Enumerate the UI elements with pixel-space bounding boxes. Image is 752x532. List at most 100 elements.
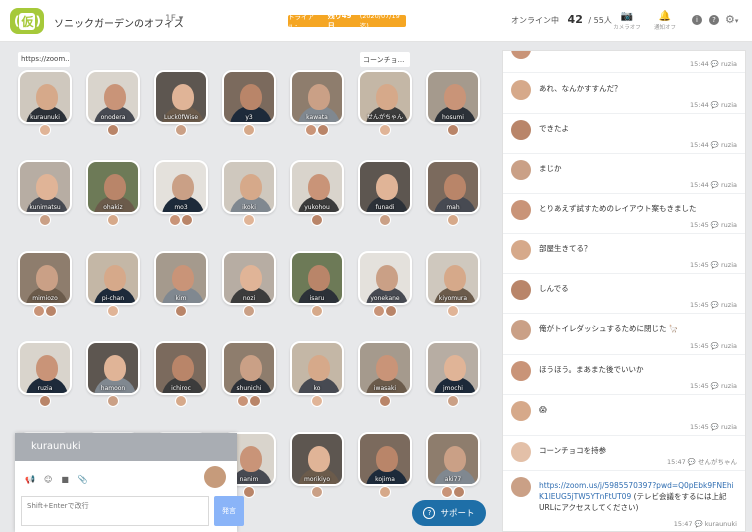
avatar <box>311 214 323 226</box>
member-face <box>240 355 262 381</box>
member-cell[interactable]: shunichi <box>222 341 276 411</box>
member-video-tile[interactable]: jmochi <box>426 341 480 395</box>
avatar[interactable] <box>511 442 531 462</box>
member-video-tile[interactable]: ko <box>290 341 344 395</box>
avatar <box>243 214 255 226</box>
member-cell[interactable]: hosumi <box>426 70 480 140</box>
member-video-tile[interactable]: ichiroc <box>154 341 208 395</box>
member-video-tile[interactable]: hosumi <box>426 70 480 124</box>
member-video-tile[interactable]: Luck0fWise <box>154 70 208 124</box>
member-cell[interactable]: kunimatsu <box>18 160 72 230</box>
member-name: kiyomura <box>438 295 468 302</box>
member-cell[interactable]: kawata <box>290 70 344 140</box>
member-cell[interactable]: y3 <box>222 70 276 140</box>
avatar[interactable] <box>511 160 531 180</box>
gear-icon[interactable]: ⚙▾ <box>725 13 738 26</box>
megaphone-icon[interactable]: 📢 <box>25 475 35 484</box>
member-name: mo3 <box>174 204 188 211</box>
member-cell[interactable]: ohakiz <box>86 160 140 230</box>
status-tooltip-link[interactable]: https://zoom.... <box>18 52 70 67</box>
member-video-tile[interactable]: kojima <box>358 432 412 486</box>
member-cell[interactable]: pi-chan <box>86 251 140 321</box>
emoji-icon[interactable]: ☺ <box>44 475 52 484</box>
direct-chat-title[interactable]: kuraunuki <box>15 433 237 461</box>
avatar[interactable] <box>511 477 531 497</box>
chat-panel[interactable]: 15:44 💬 ruzia あれ、なんかすすんだ？ 15:44 💬 ruzia できた… <box>502 50 746 532</box>
member-video-tile[interactable]: mo3 <box>154 160 208 214</box>
member-cell[interactable]: mah <box>426 160 480 230</box>
send-button[interactable]: 発言 <box>214 496 244 526</box>
member-cell[interactable]: kim <box>154 251 208 321</box>
avatar[interactable] <box>511 240 531 260</box>
status-tooltip-text[interactable]: コーンチョ... <box>360 52 410 67</box>
member-video-tile[interactable]: yonekane <box>358 251 412 305</box>
member-cell[interactable]: nozi <box>222 251 276 321</box>
trial-badge[interactable]: トライアル： 残り49日 (2020/07/19迄) <box>288 12 406 31</box>
member-cell[interactable]: iwasaki <box>358 341 412 411</box>
member-cell[interactable]: ko <box>290 341 344 411</box>
member-video-tile[interactable]: せんがちゃん <box>358 70 412 124</box>
member-cell[interactable]: mo3 <box>154 160 208 230</box>
avatar[interactable] <box>511 320 531 340</box>
member-video-tile[interactable]: ohakiz <box>86 160 140 214</box>
member-cell[interactable]: funadi <box>358 160 412 230</box>
member-video-tile[interactable]: mimiozo <box>18 251 72 305</box>
avatar[interactable] <box>511 401 531 421</box>
member-cell[interactable]: kuraunuki <box>18 70 72 140</box>
camera-toggle[interactable]: 📷 カメラオフ <box>613 11 641 31</box>
member-video-tile[interactable]: ruzia <box>18 341 72 395</box>
member-video-tile[interactable]: isaru <box>290 251 344 305</box>
support-button[interactable]: ? サポート <box>412 500 486 526</box>
member-cell[interactable]: kojima <box>358 432 412 502</box>
member-video-tile[interactable]: onodera <box>86 70 140 124</box>
info-icon[interactable]: i <box>692 15 702 25</box>
trial-label: トライアル： <box>288 13 314 31</box>
member-cell[interactable]: せんがちゃん <box>358 70 412 140</box>
member-cell[interactable]: ikoki <box>222 160 276 230</box>
message-input[interactable] <box>21 496 209 526</box>
member-video-tile[interactable]: kunimatsu <box>18 160 72 214</box>
member-video-tile[interactable]: morikiyo <box>290 432 344 486</box>
member-cell[interactable]: aki77 <box>426 432 480 502</box>
avatar[interactable] <box>511 80 531 100</box>
member-video-tile[interactable]: aki77 <box>426 432 480 486</box>
member-cell[interactable]: ichiroc <box>154 341 208 411</box>
member-video-tile[interactable]: nozi <box>222 251 276 305</box>
member-video-tile[interactable]: kuraunuki <box>18 70 72 124</box>
member-video-tile[interactable]: yukohou <box>290 160 344 214</box>
member-video-tile[interactable]: shunichi <box>222 341 276 395</box>
member-cell[interactable]: ruzia <box>18 341 72 411</box>
floor-select[interactable]: 1F ▾ <box>165 14 183 24</box>
member-video-tile[interactable]: hamoon <box>86 341 140 395</box>
member-cell[interactable]: morikiyo <box>290 432 344 502</box>
message-text[interactable]: https://zoom.us/j/5985570397?pwd=Q0pEbk9… <box>539 481 737 514</box>
member-video-tile[interactable]: pi-chan <box>86 251 140 305</box>
member-cell[interactable]: onodera <box>86 70 140 140</box>
avatar[interactable] <box>511 200 531 220</box>
help-icon[interactable]: ? <box>709 15 719 25</box>
notify-toggle[interactable]: 🔔 通知オフ <box>651 11 679 31</box>
member-video-tile[interactable]: y3 <box>222 70 276 124</box>
member-cell[interactable]: kiyomura <box>426 251 480 321</box>
video-icon[interactable]: ■ <box>61 475 69 484</box>
app-logo[interactable]: (仮) <box>10 8 44 34</box>
member-cell[interactable]: jmochi <box>426 341 480 411</box>
member-video-tile[interactable]: ikoki <box>222 160 276 214</box>
member-video-tile[interactable]: iwasaki <box>358 341 412 395</box>
avatar[interactable] <box>511 120 531 140</box>
member-video-tile[interactable]: kiyomura <box>426 251 480 305</box>
member-video-tile[interactable]: kawata <box>290 70 344 124</box>
avatar[interactable] <box>511 361 531 381</box>
member-cell[interactable]: yonekane <box>358 251 412 321</box>
member-cell[interactable]: mimiozo <box>18 251 72 321</box>
member-video-tile[interactable]: funadi <box>358 160 412 214</box>
member-cell[interactable]: isaru <box>290 251 344 321</box>
member-video-tile[interactable]: mah <box>426 160 480 214</box>
member-cell[interactable]: hamoon <box>86 341 140 411</box>
member-video-tile[interactable]: kim <box>154 251 208 305</box>
member-cell[interactable]: yukohou <box>290 160 344 230</box>
member-cell[interactable]: Luck0fWise <box>154 70 208 140</box>
attach-icon[interactable]: 📎 <box>78 475 88 484</box>
avatar[interactable] <box>511 280 531 300</box>
avatar[interactable] <box>511 51 531 59</box>
